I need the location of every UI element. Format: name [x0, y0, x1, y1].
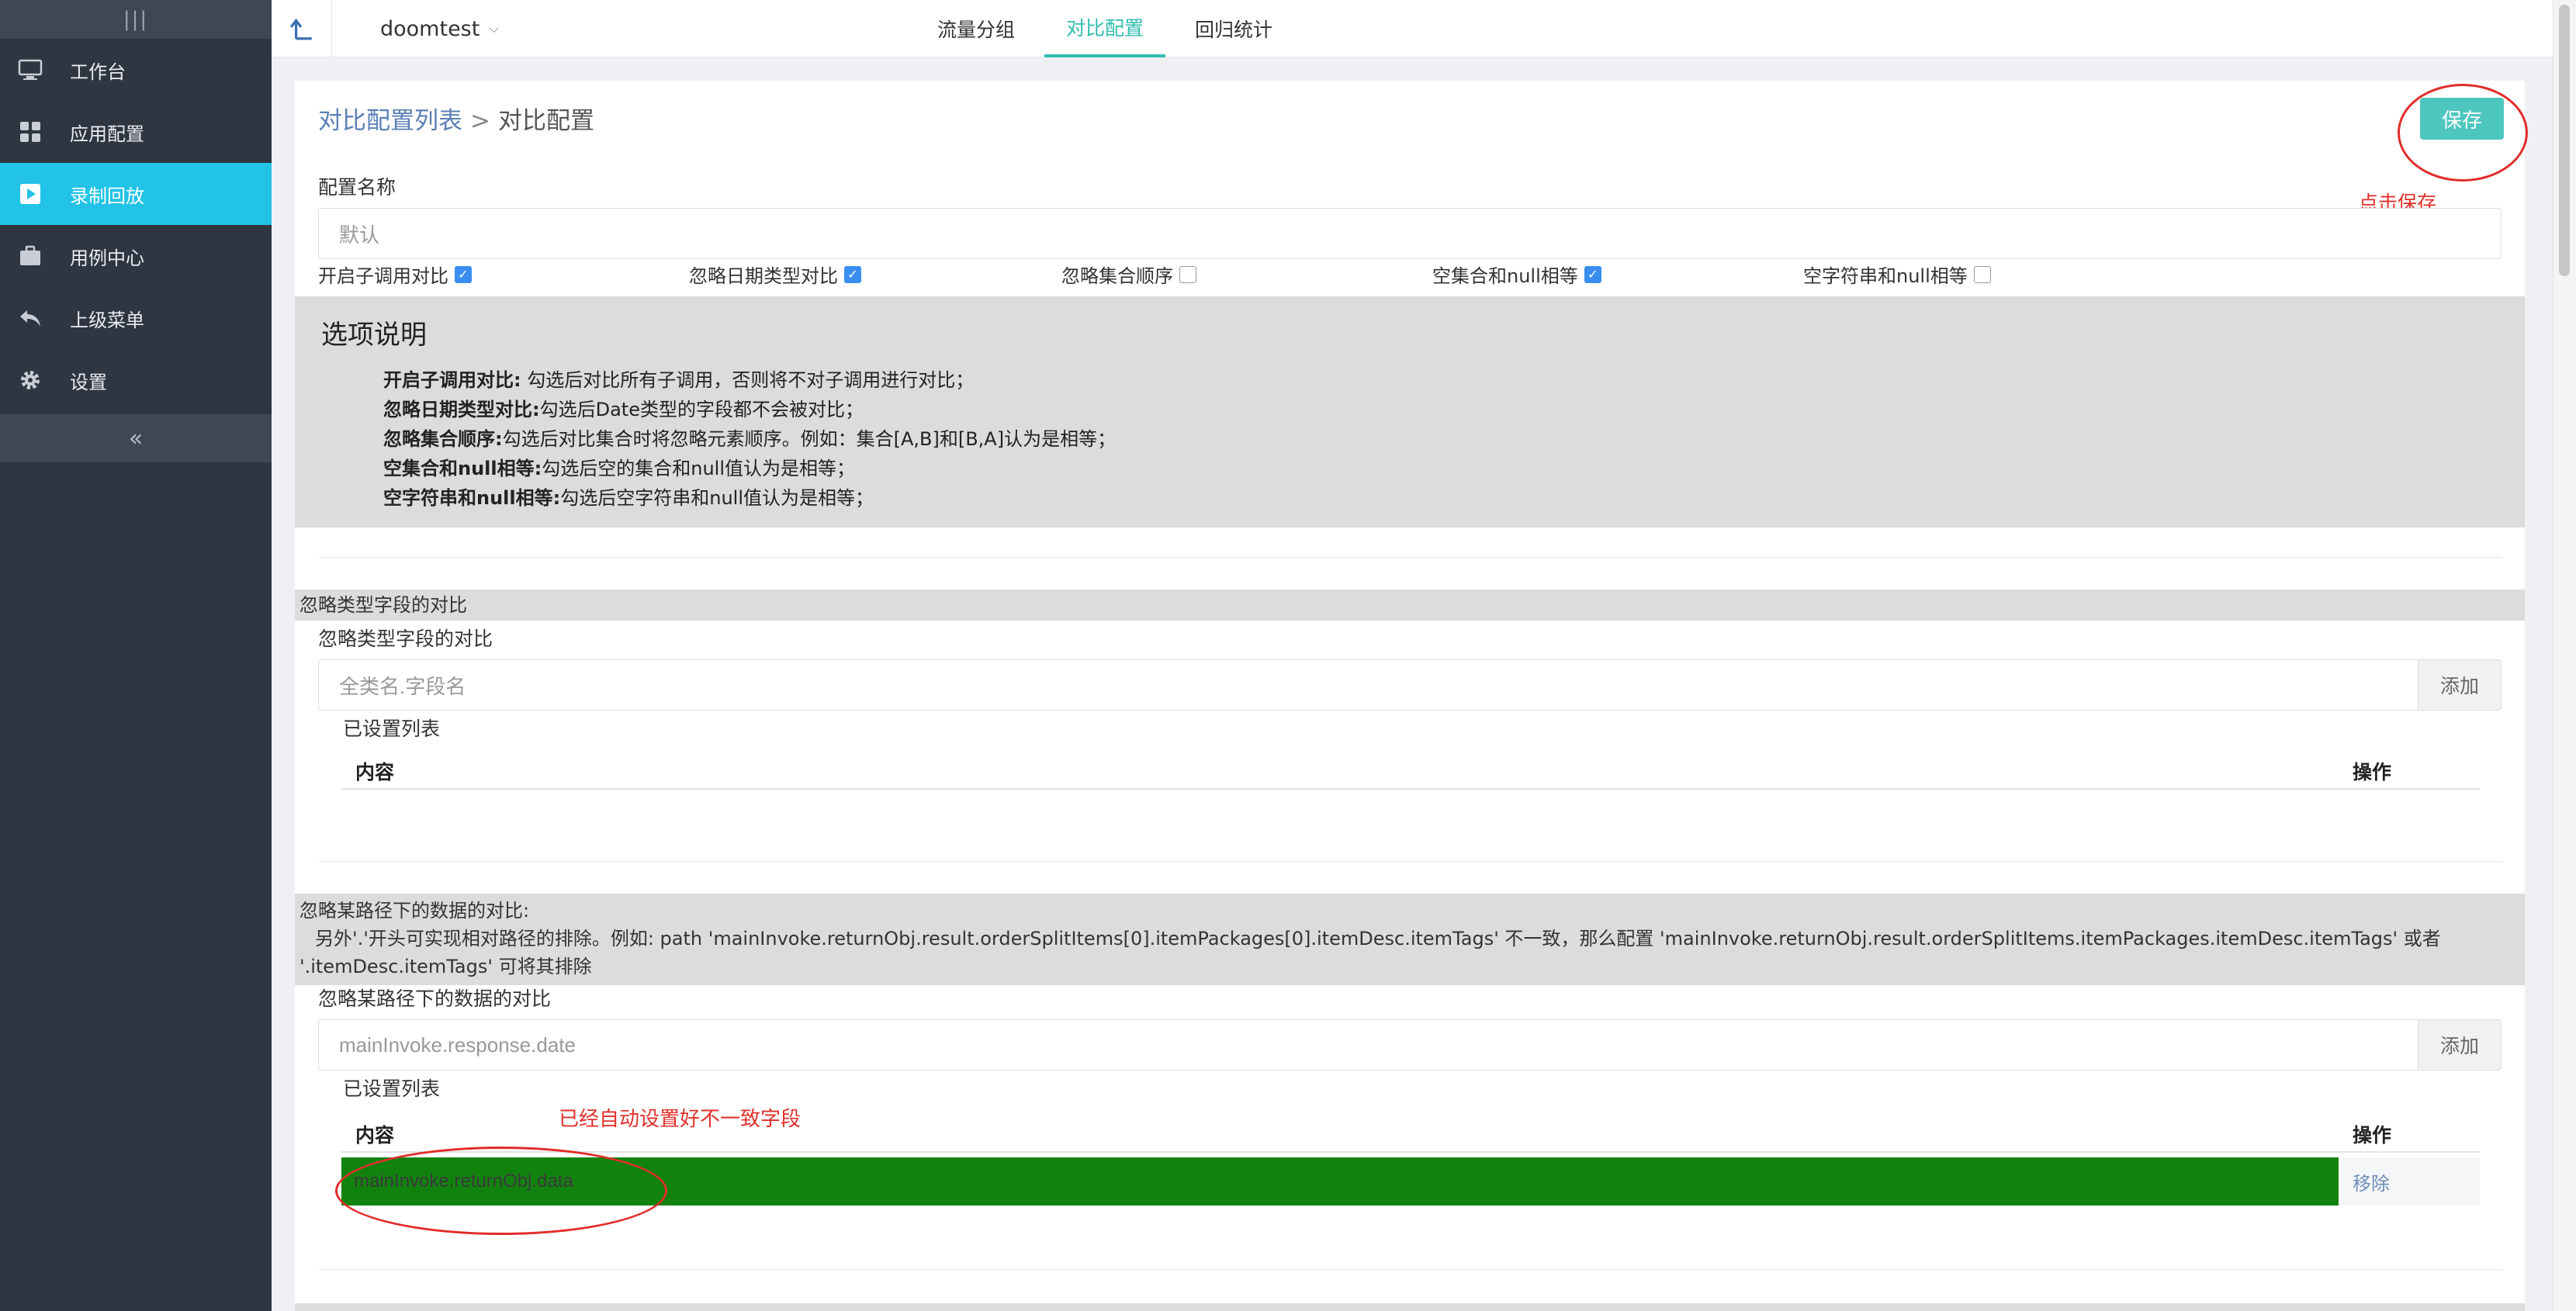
option-empty-string-null[interactable]: 空字符串和null相等	[1803, 261, 1991, 288]
help-desc: 勾选后对比集合时将忽略元素顺序。例如：集合[A,B]和[B,A]认为是相等；	[502, 428, 1117, 450]
options-help-box: 选项说明 开启子调用对比: 勾选后对比所有子调用，否则将不对子调用进行对比； 忽…	[295, 296, 2525, 528]
breadcrumb-separator: >	[470, 107, 490, 135]
chevron-down-icon: ⌵	[489, 21, 499, 36]
help-term: 忽略集合顺序:	[383, 428, 503, 450]
tab-traffic-group[interactable]: 流量分组	[916, 0, 1037, 57]
option-label: 空字符串和null相等	[1803, 265, 1968, 287]
help-term: 忽略日期类型对比:	[383, 399, 540, 420]
options-help-line: 开启子调用对比: 勾选后对比所有子调用，否则将不对子调用进行对比；	[383, 365, 974, 392]
option-label: 空集合和null相等	[1432, 265, 1578, 287]
options-help-line: 空集合和null相等:勾选后空的集合和null值认为是相等；	[383, 453, 855, 480]
ignore-path-section-desc: 另外'.'开头可实现相对路径的排除。例如: path 'mainInvoke.r…	[315, 928, 2441, 950]
sidebar-item-label: 用例中心	[70, 247, 144, 269]
scrollbar-thumb[interactable]	[2559, 5, 2570, 276]
help-term: 空字符串和null相等:	[383, 487, 561, 509]
option-label: 忽略日期类型对比	[689, 265, 838, 287]
column-header-action: 操作	[2353, 1124, 2392, 1147]
sidebar-item-record-replay[interactable]: 录制回放	[0, 163, 272, 225]
back-button[interactable]	[272, 0, 332, 57]
top-bar: doomtest ⌵ 流量分组 对比配置 回归统计	[272, 0, 2553, 57]
main-panel: 对比配置列表 > 对比配置 保存 点击保存 配置名称 默认 开启子调用对比 ✓ 忽略…	[295, 81, 2528, 1311]
checkbox-checked-icon[interactable]: ✓	[1584, 265, 1601, 283]
option-ignore-order[interactable]: 忽略集合顺序	[1061, 261, 1196, 288]
monitor-icon	[17, 57, 43, 83]
ignore-path-section-header: 忽略某路径下的数据的对比: 另外'.'开头可实现相对路径的排除。例如: path…	[295, 894, 2525, 985]
config-name-input[interactable]: 默认	[318, 208, 2502, 259]
options-help-line: 忽略集合顺序:勾选后对比集合时将忽略元素顺序。例如：集合[A,B]和[B,A]认…	[383, 424, 1116, 451]
option-sub-invoke[interactable]: 开启子调用对比 ✓	[318, 261, 472, 288]
next-section-header	[295, 1303, 2525, 1311]
ignore-path-section-title: 忽略某路径下的数据的对比:	[299, 900, 530, 922]
menu-icon[interactable]: |||	[0, 0, 272, 39]
column-header-content: 内容	[355, 761, 395, 783]
sidebar-item-label: 上级菜单	[70, 309, 144, 331]
divider	[318, 861, 2502, 862]
help-desc: 勾选后对比所有子调用，否则将不对子调用进行对比；	[521, 369, 975, 391]
ignore-type-section-header: 忽略类型字段的对比	[295, 590, 2525, 621]
option-label: 开启子调用对比	[318, 265, 448, 287]
checkbox-checked-icon[interactable]: ✓	[844, 265, 861, 283]
help-term: 空集合和null相等:	[383, 458, 542, 479]
help-desc: 勾选后空的集合和null值认为是相等；	[542, 458, 855, 479]
undo-icon	[17, 305, 43, 331]
divider	[318, 557, 2502, 558]
page-scrollbar[interactable]	[2553, 0, 2576, 1311]
options-help-line: 空字符串和null相等:勾选后空字符串和null值认为是相等；	[383, 483, 874, 510]
tab-compare-config[interactable]: 对比配置	[1044, 0, 1166, 57]
sidebar: ||| 工作台 应用配置 录制回放 用例中心 上级菜单 设置 «	[0, 0, 272, 1311]
ignore-path-input[interactable]: mainInvoke.response.date	[318, 1019, 2419, 1071]
sidebar-item-label: 录制回放	[70, 185, 144, 207]
option-ignore-date[interactable]: 忽略日期类型对比 ✓	[689, 261, 861, 288]
back-arrow-icon	[289, 18, 312, 40]
ignore-type-table-header: 内容 操作	[341, 746, 2480, 790]
app-name: doomtest	[380, 16, 480, 41]
sidebar-item-parent-menu[interactable]: 上级菜单	[0, 287, 272, 349]
compare-options: 开启子调用对比 ✓ 忽略日期类型对比 ✓ 忽略集合顺序 空集合和null相等 ✓…	[318, 261, 2491, 292]
play-icon	[17, 181, 43, 207]
sidebar-item-label: 工作台	[70, 61, 126, 83]
ignore-path-section-desc: '.itemDesc.itemTags' 可将其排除	[299, 956, 592, 977]
breadcrumb: 对比配置列表 > 对比配置	[318, 101, 594, 136]
remove-link[interactable]: 移除	[2339, 1157, 2480, 1205]
row-highlight-ellipse	[335, 1147, 667, 1235]
sidebar-item-label: 设置	[70, 371, 107, 393]
options-help-title: 选项说明	[321, 320, 427, 351]
ignore-type-add-button[interactable]: 添加	[2418, 659, 2502, 711]
help-desc: 勾选后Date类型的字段都不会被对比；	[539, 399, 864, 420]
breadcrumb-current: 对比配置	[497, 107, 594, 135]
checkbox-checked-icon[interactable]: ✓	[455, 265, 472, 283]
sidebar-item-app-config[interactable]: 应用配置	[0, 101, 272, 163]
checkbox-unchecked-icon[interactable]	[1973, 265, 1991, 283]
option-empty-collection-null[interactable]: 空集合和null相等 ✓	[1432, 261, 1601, 288]
ignore-path-label: 忽略某路径下的数据的对比	[318, 988, 552, 1010]
collapse-sidebar-icon[interactable]: «	[0, 414, 272, 462]
sidebar-item-case-center[interactable]: 用例中心	[0, 225, 272, 287]
save-highlight-circle	[2398, 84, 2528, 182]
ignore-path-list-title: 已设置列表	[343, 1078, 441, 1100]
options-help-line: 忽略日期类型对比:勾选后Date类型的字段都不会被对比；	[383, 394, 864, 421]
ignore-type-list-title: 已设置列表	[343, 718, 441, 740]
column-header-action: 操作	[2353, 761, 2392, 783]
sidebar-item-label: 应用配置	[70, 123, 144, 145]
tab-regression-stats[interactable]: 回归统计	[1173, 0, 1294, 57]
tab-bar: 流量分组 对比配置 回归统计	[916, 0, 1302, 57]
auto-configured-annotation: 已经自动设置好不一致字段	[559, 1108, 802, 1131]
ignore-path-add-button[interactable]: 添加	[2418, 1019, 2502, 1071]
app-selector[interactable]: doomtest ⌵	[380, 0, 498, 57]
sidebar-item-settings[interactable]: 设置	[0, 349, 272, 411]
briefcase-icon	[17, 243, 43, 269]
divider	[318, 1269, 2502, 1270]
grid-icon	[17, 119, 43, 145]
ignore-type-label: 忽略类型字段的对比	[318, 628, 493, 650]
sidebar-item-workbench[interactable]: 工作台	[0, 39, 272, 101]
breadcrumb-parent-link[interactable]: 对比配置列表	[318, 107, 462, 135]
option-label: 忽略集合顺序	[1061, 265, 1173, 287]
checkbox-unchecked-icon[interactable]	[1179, 265, 1196, 283]
gear-icon	[17, 367, 43, 393]
ignore-type-input[interactable]: 全类名.字段名	[318, 659, 2419, 711]
config-name-label: 配置名称	[318, 176, 396, 199]
column-header-content: 内容	[355, 1124, 395, 1147]
help-desc: 勾选后空字符串和null值认为是相等；	[560, 487, 874, 509]
help-term: 开启子调用对比:	[383, 369, 521, 391]
